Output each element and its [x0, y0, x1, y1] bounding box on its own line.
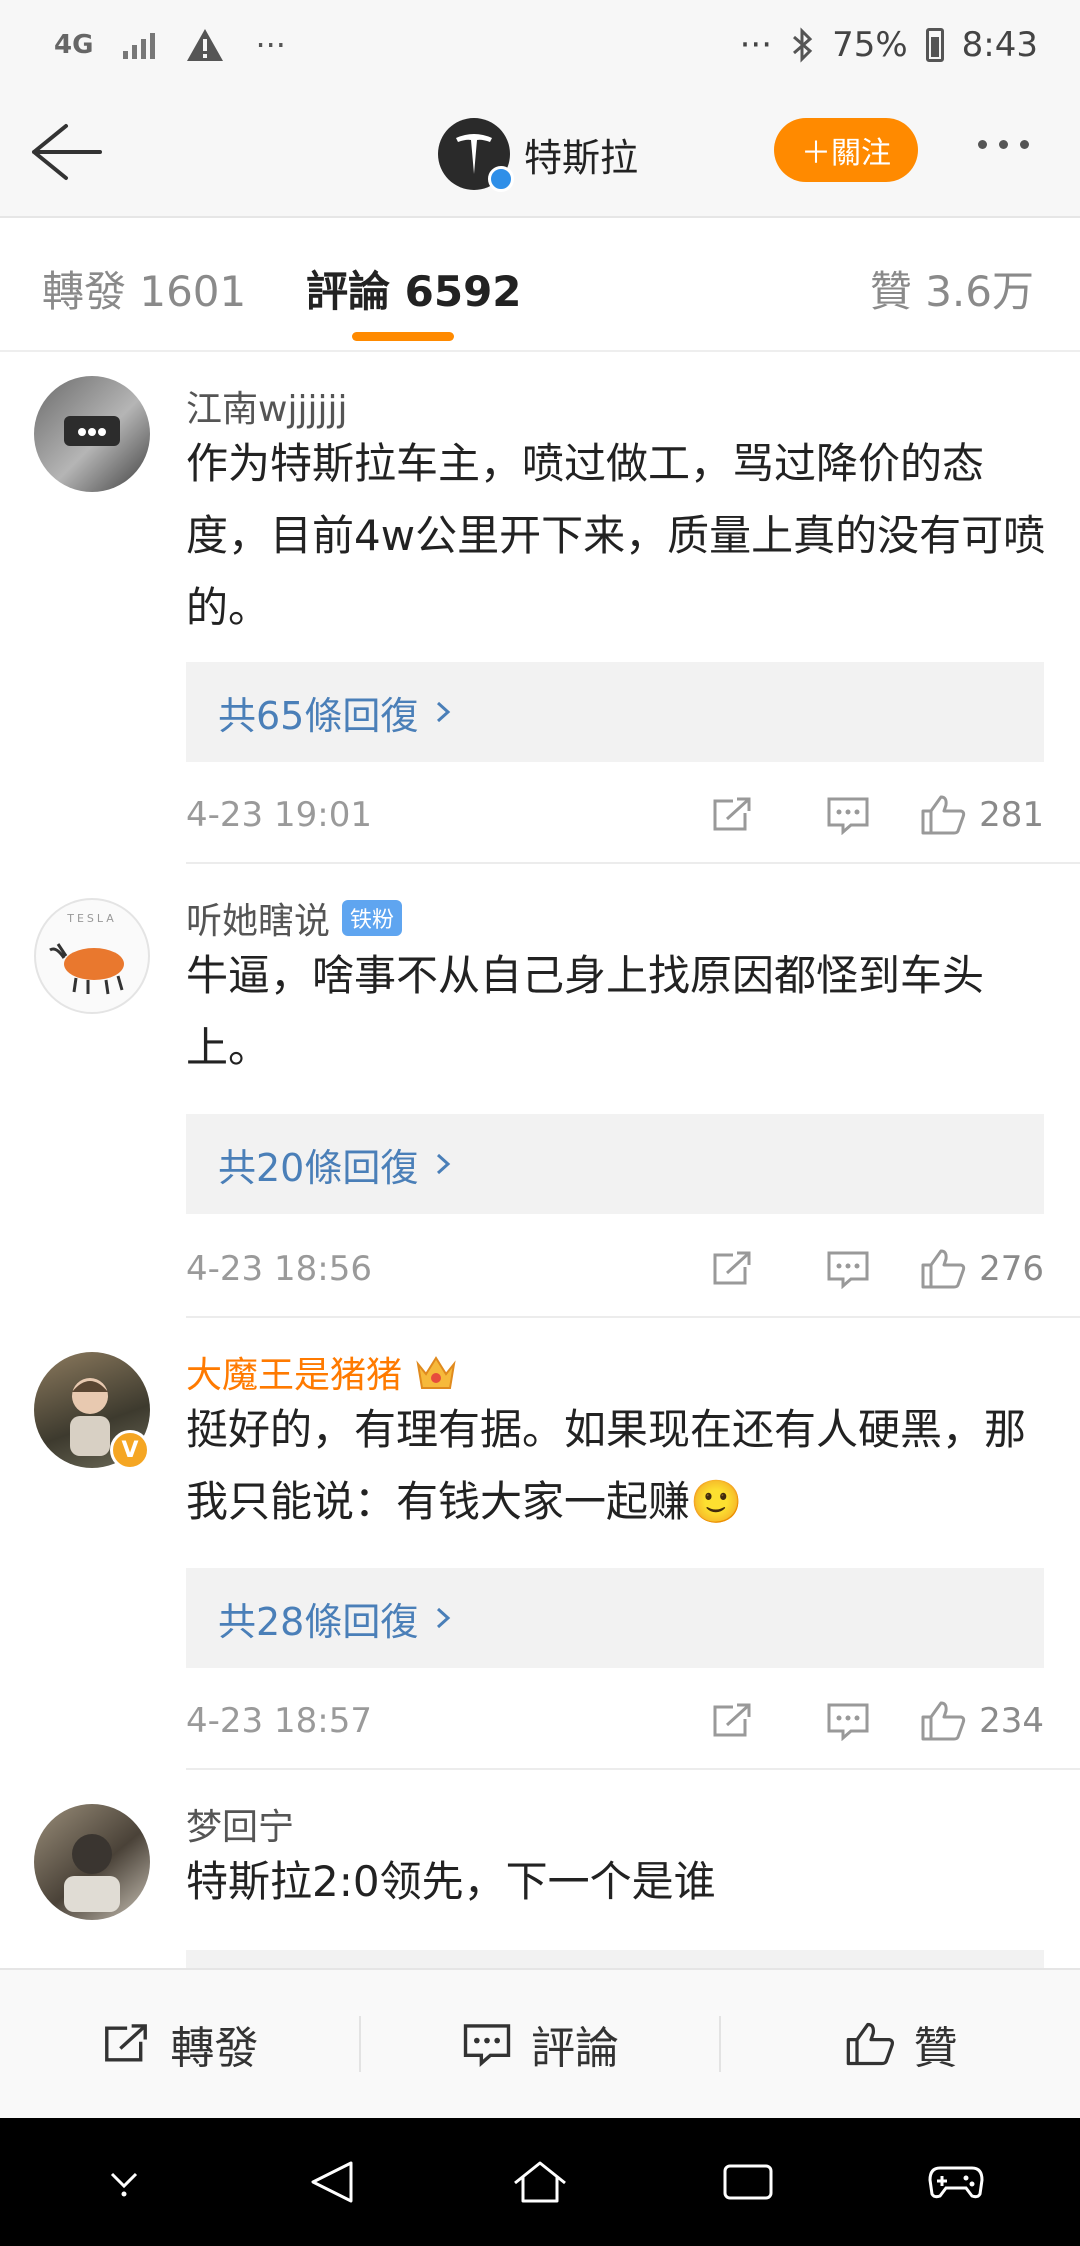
thumbs-up-icon — [921, 795, 966, 835]
thumbs-up-icon — [846, 2022, 894, 2066]
tab-comments[interactable]: 評論 6592 — [306, 258, 522, 319]
chevron-right-icon — [437, 1607, 451, 1629]
home-nav-icon[interactable] — [500, 2147, 580, 2217]
signal-icon — [123, 31, 156, 59]
verified-badge-icon: V — [110, 1430, 150, 1470]
comment-text: 作为特斯拉车主，喷过做工，骂过降价的态度，目前4w公里开下来，质量上真的没有可喷… — [186, 439, 1046, 632]
view-replies-button[interactable]: 共28條回復 — [186, 1568, 1044, 1668]
battery-icon — [925, 28, 944, 62]
like-button[interactable]: 281 — [919, 793, 1044, 837]
more-options-icon[interactable] — [978, 140, 1029, 149]
comment-icon[interactable] — [825, 1249, 871, 1289]
comment-icon[interactable] — [825, 795, 871, 835]
tab-bar: 轉發 1601 評論 6592 贊 3.6万 — [0, 218, 1080, 352]
share-icon[interactable] — [709, 1701, 755, 1741]
fan-badge: 铁粉 — [342, 900, 403, 936]
share-icon[interactable] — [709, 795, 755, 835]
bottom-action-bar: 轉發 評論 贊 — [0, 1968, 1080, 2118]
divider — [186, 862, 1080, 864]
username[interactable]: 听她瞎说 铁粉 — [186, 892, 403, 944]
comment-text: 挺好的，有理有据。如果现在还有人硬黑，那我只能说：有钱大家一起赚🙂 — [186, 1405, 1027, 1526]
crown-icon — [416, 1356, 456, 1389]
comment-text: 特斯拉2:0领先，下一个是谁 — [186, 1857, 716, 1906]
comment-icon — [463, 2024, 511, 2067]
header: 特斯拉 ＋關注 — [0, 90, 1080, 218]
comment-time: 4-23 18:56 — [186, 1249, 372, 1289]
avatar[interactable] — [34, 376, 150, 492]
comment-button[interactable]: 評論 — [361, 1970, 720, 2118]
verified-badge-icon — [488, 166, 514, 192]
view-replies-button[interactable] — [186, 1950, 1044, 1968]
system-nav-bar — [0, 2118, 1080, 2246]
avatar[interactable] — [34, 1804, 150, 1920]
bluetooth-icon — [793, 27, 813, 63]
page-title: 特斯拉 — [524, 135, 639, 180]
comment-time: 4-23 18:57 — [186, 1701, 372, 1741]
network-indicator: 4G — [54, 30, 94, 60]
game-tools-icon[interactable] — [916, 2147, 996, 2217]
divider — [186, 1316, 1080, 1318]
battery-percent: 75% — [832, 25, 908, 65]
tab-likes[interactable]: 贊 3.6万 — [870, 258, 1034, 319]
share-icon[interactable] — [709, 1249, 755, 1289]
tab-forwards[interactable]: 轉發 1601 — [42, 258, 246, 319]
active-tab-indicator — [352, 332, 454, 341]
chevron-right-icon — [437, 701, 451, 723]
account-title[interactable]: 特斯拉 — [438, 118, 639, 192]
thumbs-up-icon — [921, 1701, 966, 1741]
status-bar: 4G ··· ··· 75% 8:43 — [0, 0, 1080, 90]
forward-button[interactable]: 轉發 — [0, 1970, 359, 2118]
notification-dots: ··· — [255, 26, 286, 64]
thumbs-up-icon — [921, 1249, 966, 1289]
clock: 8:43 — [961, 25, 1038, 65]
comment-text: 牛逼，啥事不从自己身上找原因都怪到车头上。 — [186, 951, 985, 1072]
account-avatar[interactable] — [438, 118, 514, 192]
comment-item: 梦回宁 特斯拉2:0领先，下一个是谁 — [0, 1770, 1080, 1968]
username[interactable]: 梦回宁 — [186, 1798, 294, 1850]
avatar[interactable]: TESLA — [34, 898, 150, 1014]
username[interactable]: 江南wjjjjjj — [186, 380, 347, 432]
smile-emoji-icon: 🙂 — [690, 1477, 743, 1526]
comment-icon[interactable] — [825, 1701, 871, 1741]
share-icon — [105, 2024, 148, 2062]
view-replies-button[interactable]: 共20條回復 — [186, 1114, 1044, 1214]
status-dots: ··· — [739, 25, 773, 65]
like-button[interactable]: 贊 — [721, 1970, 1080, 2118]
view-replies-button[interactable]: 共65條回復 — [186, 662, 1044, 762]
comment-time: 4-23 19:01 — [186, 795, 372, 835]
follow-button[interactable]: ＋關注 — [774, 118, 918, 182]
like-button[interactable]: 234 — [919, 1699, 1044, 1743]
chevron-right-icon — [437, 1153, 451, 1175]
back-nav-icon[interactable] — [292, 2147, 372, 2217]
username[interactable]: 大魔王是猪猪 — [186, 1346, 458, 1398]
back-arrow-icon[interactable] — [26, 120, 106, 184]
recent-apps-icon[interactable] — [708, 2147, 788, 2217]
warning-icon — [187, 29, 224, 61]
like-button[interactable]: 276 — [919, 1247, 1044, 1291]
hide-keyboard-icon[interactable] — [84, 2147, 164, 2217]
